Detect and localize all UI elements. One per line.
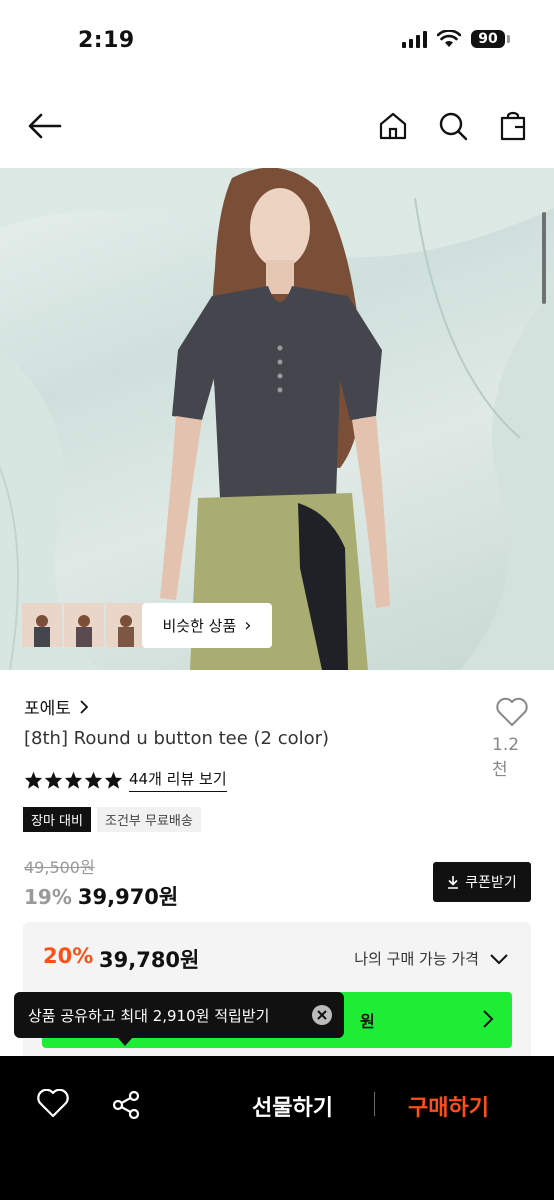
star-icon bbox=[24, 771, 43, 789]
heart-icon bbox=[37, 1088, 69, 1118]
nav-actions bbox=[370, 106, 536, 146]
coupon-button[interactable]: 쿠폰받기 bbox=[433, 862, 531, 902]
my-price: 39,780원 bbox=[99, 948, 200, 972]
similar-products-button[interactable]: 비슷한 상품 › bbox=[142, 603, 272, 648]
bottom-action-bar: 선물하기 구매하기 bbox=[0, 1056, 554, 1200]
download-icon bbox=[448, 876, 459, 889]
my-discount-rate: 20% bbox=[43, 944, 94, 968]
star-icon bbox=[44, 771, 63, 789]
tag-free-shipping: 조건부 무료배송 bbox=[96, 807, 201, 832]
battery-level: 90 bbox=[471, 30, 505, 48]
similar-products-label: 비슷한 상품 bbox=[162, 617, 237, 635]
thumbnail-3[interactable] bbox=[106, 603, 146, 647]
shopping-bag-icon bbox=[500, 111, 526, 141]
brand-name: 포에토 bbox=[24, 699, 71, 719]
chevron-right-icon bbox=[483, 1010, 494, 1028]
discount-rate: 19% bbox=[24, 885, 72, 909]
chevron-right-icon bbox=[80, 699, 89, 714]
star-icon bbox=[84, 771, 103, 789]
sale-price: 39,970원 bbox=[77, 885, 179, 909]
brand-link[interactable]: 포에토 bbox=[24, 694, 89, 719]
similar-thumbnails[interactable] bbox=[22, 603, 146, 647]
wishlist-button[interactable]: 1.2천 bbox=[492, 697, 532, 780]
heart-icon bbox=[496, 697, 528, 726]
image-scroll-indicator bbox=[542, 212, 546, 304]
my-price-toggle[interactable]: 나의 구매 가능 가격 bbox=[354, 948, 509, 969]
product-title: [8th] Round u button tee (2 color) bbox=[24, 728, 330, 749]
nav-bar bbox=[0, 84, 554, 168]
bag-button[interactable] bbox=[490, 106, 536, 146]
share-icon bbox=[112, 1090, 140, 1120]
status-icons: 90 bbox=[402, 30, 510, 48]
benefit-banner-text: 원 bbox=[360, 1012, 375, 1031]
coupon-label: 쿠폰받기 bbox=[465, 875, 517, 891]
product-tags: 장마 대비 조건부 무료배송 bbox=[23, 807, 201, 832]
status-time: 2:19 bbox=[78, 28, 135, 53]
my-price-label: 나의 구매 가능 가격 bbox=[354, 950, 479, 968]
share-button[interactable] bbox=[110, 1089, 142, 1125]
home-icon bbox=[379, 112, 407, 140]
original-price: 49,500원 bbox=[24, 858, 95, 877]
tag-rainy-season: 장마 대비 bbox=[23, 807, 91, 832]
bottom-wishlist-button[interactable] bbox=[36, 1088, 70, 1123]
star-rating bbox=[24, 771, 123, 789]
product-image[interactable]: 비슷한 상품 › bbox=[0, 168, 554, 670]
star-icon bbox=[64, 771, 83, 789]
status-bar: 2:19 90 bbox=[0, 0, 554, 84]
signal-icon bbox=[402, 30, 427, 48]
tooltip-arrow bbox=[117, 1037, 133, 1046]
wifi-icon bbox=[437, 30, 461, 47]
star-icon bbox=[104, 771, 123, 789]
tooltip-close-button[interactable] bbox=[312, 1005, 332, 1025]
chevron-down-icon bbox=[490, 953, 508, 964]
wish-count: 1.2천 bbox=[492, 735, 520, 780]
review-link[interactable]: 44개 리뷰 보기 bbox=[129, 768, 227, 792]
share-reward-tooltip: 상품 공유하고 최대 2,910원 적립받기 bbox=[14, 992, 344, 1046]
back-button[interactable] bbox=[22, 106, 68, 146]
thumbnail-1[interactable] bbox=[22, 603, 62, 647]
close-icon bbox=[317, 1010, 327, 1020]
buy-button[interactable]: 구매하기 bbox=[408, 1090, 489, 1122]
price-row: 19% 39,970원 bbox=[24, 881, 178, 911]
product-photo bbox=[0, 168, 554, 670]
divider bbox=[374, 1092, 375, 1116]
search-button[interactable] bbox=[430, 106, 476, 146]
battery-icon: 90 bbox=[471, 30, 510, 48]
home-button[interactable] bbox=[370, 106, 416, 146]
rating-row: 44개 리뷰 보기 bbox=[24, 768, 227, 792]
arrow-left-icon bbox=[28, 113, 62, 139]
thumbnail-2[interactable] bbox=[64, 603, 104, 647]
chevron-right-icon: › bbox=[244, 615, 252, 636]
tooltip-text: 상품 공유하고 최대 2,910원 적립받기 bbox=[28, 1006, 270, 1025]
gift-button[interactable]: 선물하기 bbox=[252, 1090, 333, 1122]
search-icon bbox=[439, 112, 468, 141]
